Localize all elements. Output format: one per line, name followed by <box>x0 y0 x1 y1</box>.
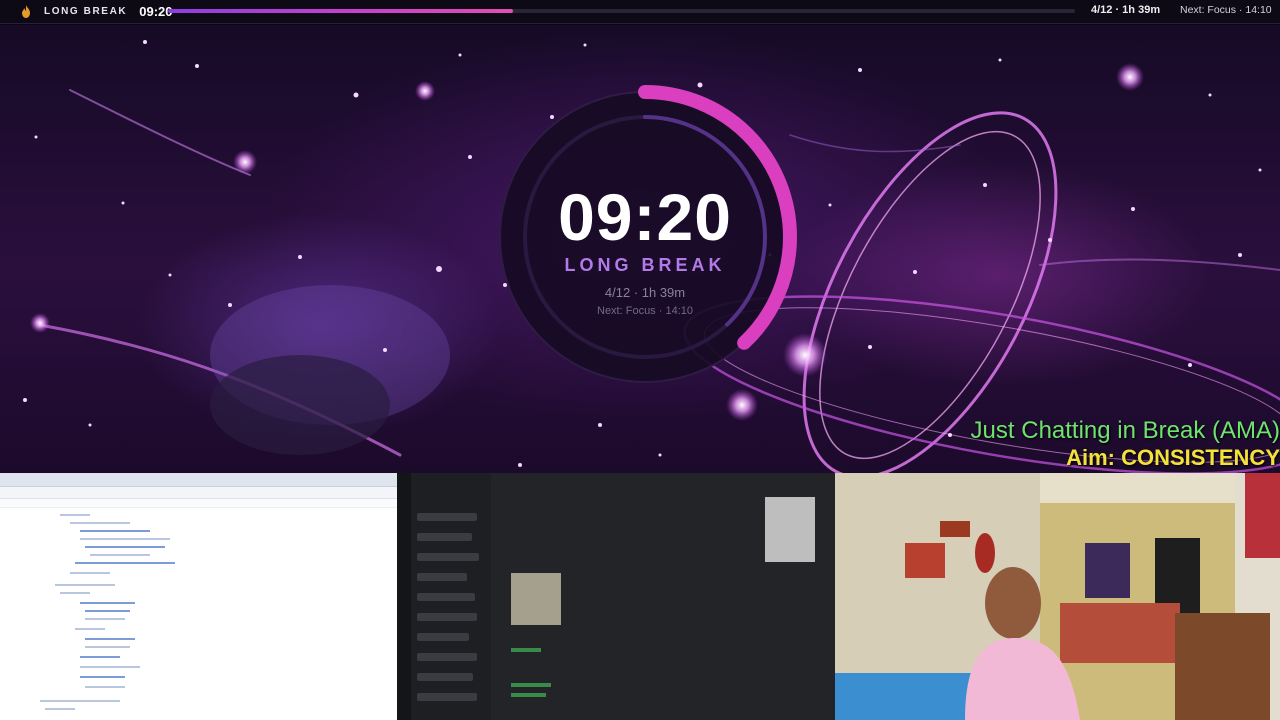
session-progress-bar <box>168 9 1075 13</box>
channel-list <box>411 473 491 720</box>
blurred-dom-tree <box>40 514 175 710</box>
timer-dial: 09:20 LONG BREAK 4/12 · 1h 39m Next: Foc… <box>490 82 820 412</box>
message-pane <box>491 473 835 720</box>
timer-next-session: Next: Focus · 14:10 <box>597 305 693 317</box>
space-background: 09:20 LONG BREAK 4/12 · 1h 39m Next: Foc… <box>0 25 1280 473</box>
browser-tab-strip <box>0 473 397 487</box>
session-stats: 4/12 · 1h 39m <box>1091 4 1161 16</box>
timer-session-stats: 4/12 · 1h 39m <box>604 285 686 300</box>
stream-aim-overlay: Aim: CONSISTENCY <box>1066 445 1280 470</box>
webcam-scene <box>835 473 1280 720</box>
chat-app-capture <box>397 473 835 720</box>
browser-capture <box>0 473 397 720</box>
flame-icon <box>19 5 33 19</box>
next-session: Next: Focus · 14:10 <box>1180 4 1272 16</box>
stream-title-overlay: Just Chatting in Break (AMA) <box>970 417 1280 444</box>
timer-mode-label: LONG BREAK <box>564 255 726 275</box>
session-progress-fill <box>168 9 513 13</box>
browser-toolbar <box>0 499 397 508</box>
server-rail <box>397 473 411 720</box>
timer-countdown: 09:20 <box>558 180 732 254</box>
mode-label: LONG BREAK <box>44 6 128 17</box>
browser-address-bar <box>0 487 397 499</box>
pomodoro-status-bar: LONG BREAK 09:20 4/12 · 1h 39m Next: Foc… <box>0 0 1280 24</box>
webcam-feed <box>835 473 1280 720</box>
